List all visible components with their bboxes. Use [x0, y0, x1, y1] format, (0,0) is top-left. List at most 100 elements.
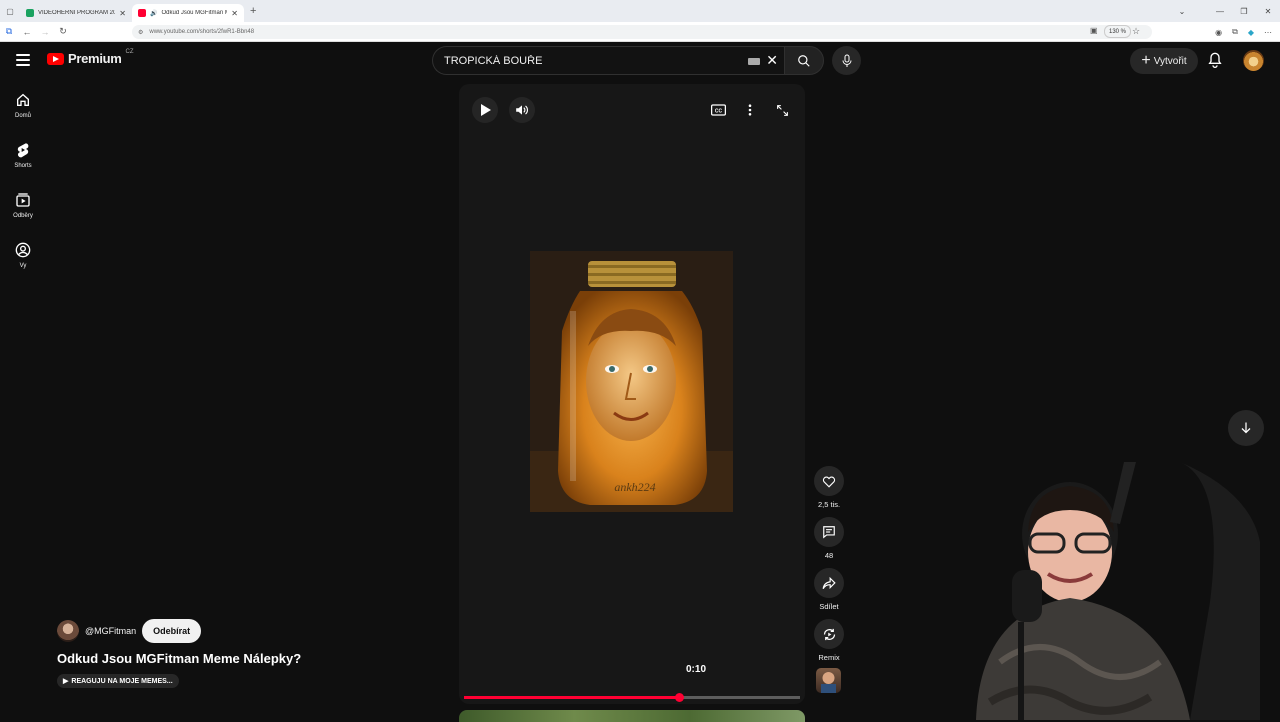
- comment-count: 48: [824, 551, 834, 560]
- close-tab-icon[interactable]: ✕: [231, 9, 238, 18]
- guide-item-label: Shorts: [14, 162, 32, 169]
- window-controls: ⌄ — ❐ ✕: [1170, 0, 1280, 22]
- reader-mode-icon[interactable]: ▣: [1090, 26, 1098, 35]
- search-input[interactable]: [444, 54, 734, 67]
- play-small-icon: ▶: [63, 678, 69, 685]
- more-options-button[interactable]: [737, 97, 763, 123]
- close-window-icon[interactable]: ✕: [1256, 7, 1280, 16]
- more-vert-icon: [748, 104, 752, 116]
- remix-label: Remix: [818, 653, 840, 662]
- comments-button[interactable]: [814, 517, 844, 547]
- tab-favicon-icon: [138, 9, 146, 17]
- like-action: 2,5 tis.: [812, 466, 846, 509]
- scrubber-handle[interactable]: [675, 693, 685, 702]
- channel-avatar[interactable]: [57, 620, 79, 642]
- logo-text: Premium: [68, 51, 122, 66]
- browser-tab-2[interactable]: 🔊 Odkud Jsou MGFitman Me ✕: [132, 4, 244, 22]
- voice-search-button[interactable]: [832, 46, 861, 75]
- progress-bar[interactable]: [464, 693, 800, 702]
- guide-item-you[interactable]: Vy: [0, 230, 46, 280]
- new-tab-icon[interactable]: +: [250, 5, 256, 17]
- tab-favicon-icon: [26, 9, 34, 17]
- sound-thumbnail[interactable]: [816, 668, 841, 693]
- fullscreen-icon: [776, 104, 788, 116]
- reload-icon[interactable]: ↻: [54, 26, 72, 37]
- related-video-chip[interactable]: ▶ REAGUJU NA MOJE MEMES...: [57, 674, 179, 688]
- create-button[interactable]: + Vytvořit: [1130, 48, 1198, 74]
- share-icon: [822, 576, 836, 589]
- heart-icon: [822, 476, 836, 488]
- next-video-button[interactable]: [1228, 410, 1264, 446]
- tab-actions-icon[interactable]: ▢: [0, 7, 20, 16]
- profile-icon[interactable]: ◉: [1215, 28, 1222, 37]
- country-code: CZ: [125, 48, 134, 55]
- youtube-page: Premium CZ ✕ + Vytvořit Domů Shor: [0, 42, 1280, 722]
- guide-item-subscriptions[interactable]: Odběry: [0, 180, 46, 230]
- share-button[interactable]: [814, 568, 844, 598]
- address-bar[interactable]: ⚙ www.youtube.com/shorts/2fwR1-Bbn48: [132, 25, 1152, 39]
- captions-button[interactable]: CC: [705, 97, 731, 123]
- minimize-icon[interactable]: —: [1208, 7, 1232, 16]
- bookmark-star-icon[interactable]: ☆: [1132, 26, 1140, 37]
- play-icon: [480, 104, 491, 116]
- remix-button[interactable]: [814, 619, 844, 649]
- webcam-overlay: [880, 462, 1280, 720]
- like-count: 2,5 tis.: [817, 500, 841, 509]
- tab-search-icon[interactable]: ⌄: [1170, 7, 1194, 16]
- menu-dots-icon[interactable]: ⋯: [1264, 28, 1272, 37]
- share-action: Sdílet: [812, 568, 846, 611]
- youtube-premium-logo[interactable]: Premium CZ: [47, 48, 134, 66]
- watermark-text: ankh224: [614, 480, 655, 494]
- search-button[interactable]: [784, 46, 824, 75]
- subscribe-button[interactable]: Odebírat: [142, 619, 202, 643]
- guide-item-home[interactable]: Domů: [0, 80, 46, 130]
- forward-icon[interactable]: →: [36, 27, 54, 37]
- sidebar-toggle-icon[interactable]: ⧉: [0, 26, 18, 37]
- subscriptions-icon: [16, 192, 30, 207]
- zoom-indicator[interactable]: 130 %: [1104, 25, 1132, 38]
- site-info-icon[interactable]: ⚙: [138, 29, 143, 36]
- guide-item-label: Odběry: [13, 212, 33, 219]
- honey-jar-image: ankh224: [530, 251, 733, 512]
- menu-icon[interactable]: [16, 54, 30, 66]
- tab-title: Odkud Jsou MGFitman Me: [161, 10, 228, 16]
- progress-fill: [464, 696, 680, 699]
- channel-name[interactable]: @MGFitman: [85, 626, 136, 636]
- remix-icon: [823, 628, 835, 640]
- volume-button[interactable]: [509, 97, 535, 123]
- browser-tab-1[interactable]: VIDEOHERNÍ PROGRAM 2026 - ✕: [20, 4, 132, 22]
- mini-guide: Domů Shorts Odběry Vy: [0, 80, 46, 280]
- share-label: Sdílet: [819, 602, 839, 611]
- fullscreen-button[interactable]: [769, 97, 795, 123]
- captions-icon: CC: [710, 104, 726, 116]
- account-avatar[interactable]: [1243, 50, 1264, 71]
- extensions-icon[interactable]: ⧉: [1232, 27, 1238, 37]
- sound-avatar-image: [821, 672, 836, 693]
- maximize-icon[interactable]: ❐: [1232, 7, 1256, 16]
- like-button[interactable]: [814, 466, 844, 496]
- copilot-icon[interactable]: ◆: [1248, 28, 1254, 37]
- masthead: Premium CZ ✕ + Vytvořit: [0, 42, 1280, 80]
- create-label: Vytvořit: [1153, 55, 1187, 67]
- volume-icon: [516, 105, 528, 115]
- audio-playing-icon[interactable]: 🔊: [150, 10, 157, 17]
- browser-toolbar: ⧉ ← → ↻ ⚙ www.youtube.com/shorts/2fwR1-B…: [0, 22, 1280, 42]
- channel-row: @MGFitman Odebírat: [57, 619, 301, 643]
- video-title[interactable]: Odkud Jsou MGFitman Meme Nálepky?: [57, 651, 301, 666]
- notifications-bell-icon[interactable]: [1207, 51, 1223, 74]
- next-short-preview[interactable]: [459, 710, 805, 722]
- back-icon[interactable]: ←: [18, 27, 36, 37]
- you-icon: [15, 242, 31, 257]
- close-tab-icon[interactable]: ✕: [119, 9, 126, 18]
- clear-search-icon[interactable]: ✕: [766, 52, 778, 69]
- guide-item-shorts[interactable]: Shorts: [0, 130, 46, 180]
- play-button[interactable]: [472, 97, 498, 123]
- search-icon: [798, 54, 810, 67]
- microphone-icon: [842, 54, 851, 67]
- shorts-player[interactable]: CC ankh224 0:10: [459, 84, 805, 704]
- related-video-label: REAGUJU NA MOJE MEMES...: [71, 677, 173, 685]
- youtube-play-icon: [47, 52, 64, 65]
- comment-icon: [823, 526, 835, 539]
- arrow-down-icon: [1241, 422, 1251, 434]
- keyboard-icon[interactable]: [748, 58, 760, 65]
